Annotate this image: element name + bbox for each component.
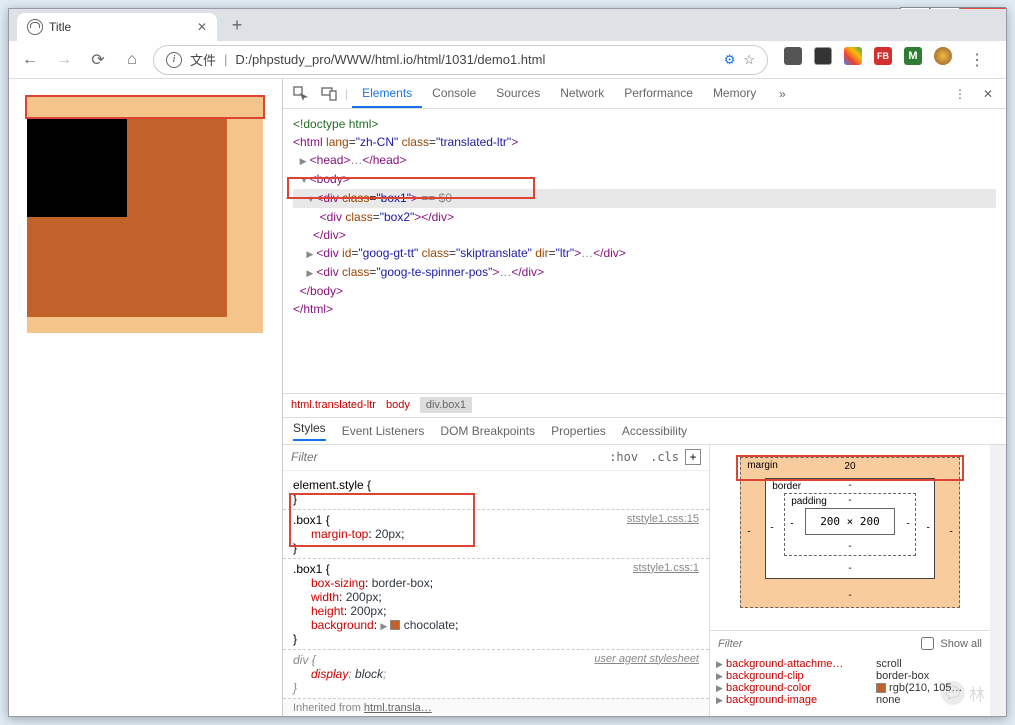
box2[interactable]: [27, 117, 127, 217]
box-outer: [27, 97, 263, 333]
browser-tab[interactable]: Title ✕: [17, 13, 217, 41]
ext-icon-3[interactable]: [844, 47, 862, 65]
computed-filter-row: Show all: [710, 630, 990, 656]
devtools-tab-network[interactable]: Network: [550, 80, 614, 108]
ext-icon-5[interactable]: M: [904, 47, 922, 65]
address-bar[interactable]: i 文件 | D:/phpstudy_pro/WWW/html.io/html/…: [153, 45, 768, 75]
menu-button[interactable]: ⋮: [964, 47, 990, 73]
style-rules-list[interactable]: element.style {}ststyle1.css:15.box1 {ma…: [283, 471, 709, 717]
styles-tabbar: Styles Event Listeners DOM Breakpoints P…: [283, 417, 1006, 445]
devtools-tab-memory[interactable]: Memory: [703, 80, 766, 108]
cls-toggle[interactable]: .cls: [650, 450, 679, 464]
breadcrumb[interactable]: html.translated-ltr body div.box1: [283, 393, 1006, 417]
new-rule-button[interactable]: +: [685, 449, 701, 465]
info-icon: i: [166, 52, 182, 68]
tab-close-icon[interactable]: ✕: [197, 20, 207, 34]
styles-rules-pane: :hov .cls + element.style {}ststyle1.css…: [283, 445, 710, 717]
devtools-menu-icon[interactable]: ⋮: [948, 82, 972, 106]
ext-icon-1[interactable]: [784, 47, 802, 65]
elements-tree[interactable]: <!doctype html> <html lang="zh-CN" class…: [283, 109, 1006, 393]
globe-icon: [27, 19, 43, 35]
bookmark-icon[interactable]: ☆: [743, 52, 755, 68]
reload-button[interactable]: ⟳: [85, 47, 111, 73]
new-tab-button[interactable]: +: [223, 11, 251, 39]
forward-button[interactable]: →: [51, 47, 77, 73]
address-prefix: 文件: [190, 50, 216, 69]
devtools-tab-performance[interactable]: Performance: [614, 80, 703, 108]
styles-filter-input[interactable]: [291, 450, 603, 464]
devtools-tab-elements[interactable]: Elements: [352, 80, 422, 108]
devtools-tabbar: | ElementsConsoleSourcesNetworkPerforman…: [283, 79, 1006, 109]
extension-icons: FB M ⋮: [776, 47, 998, 73]
styles-filter: :hov .cls +: [283, 445, 709, 471]
device-icon[interactable]: [317, 82, 341, 106]
properties-tab[interactable]: Properties: [551, 424, 606, 438]
box1[interactable]: [27, 117, 227, 317]
devtools: | ElementsConsoleSourcesNetworkPerforman…: [282, 79, 1006, 716]
styles-panel: :hov .cls + element.style {}ststyle1.css…: [283, 445, 1006, 717]
tab-strip: Title ✕ +: [9, 9, 1006, 41]
rendered-page: [9, 79, 282, 716]
tab-title: Title: [49, 20, 71, 34]
dom-breakpoints-tab[interactable]: DOM Breakpoints: [440, 424, 535, 438]
computed-pane: margin 20 - - - border - - - -: [710, 445, 990, 717]
box-model[interactable]: margin 20 - - - border - - - -: [710, 445, 990, 631]
scrollbar[interactable]: [990, 445, 1006, 717]
browser-toolbar: ← → ⟳ ⌂ i 文件 | D:/phpstudy_pro/WWW/html.…: [9, 41, 1006, 79]
home-button[interactable]: ⌂: [119, 47, 145, 73]
devtools-tab-sources[interactable]: Sources: [486, 80, 550, 108]
show-all-checkbox[interactable]: [921, 637, 934, 650]
content-area: | ElementsConsoleSourcesNetworkPerforman…: [9, 79, 1006, 716]
styles-tab[interactable]: Styles: [293, 421, 326, 441]
inspect-icon[interactable]: [289, 82, 313, 106]
devtools-close-icon[interactable]: ✕: [976, 82, 1000, 106]
watermark: 💬 林: [941, 681, 985, 705]
ext-icon-4[interactable]: FB: [874, 47, 892, 65]
more-tabs-icon[interactable]: »: [770, 82, 794, 106]
avatar-icon[interactable]: [934, 47, 952, 65]
browser-window: — ▢ ✕ Title ✕ + ← → ⟳ ⌂ i 文件 | D:/phpstu…: [8, 8, 1007, 717]
back-button[interactable]: ←: [17, 47, 43, 73]
listeners-tab[interactable]: Event Listeners: [342, 424, 425, 438]
devtools-tab-console[interactable]: Console: [422, 80, 486, 108]
hov-toggle[interactable]: :hov: [609, 450, 638, 464]
computed-filter-input[interactable]: [718, 638, 915, 650]
accessibility-tab[interactable]: Accessibility: [622, 424, 687, 438]
translate-icon[interactable]: ⚙: [724, 52, 736, 68]
url-text: D:/phpstudy_pro/WWW/html.io/html/1031/de…: [235, 52, 545, 67]
ext-icon-2[interactable]: [814, 47, 832, 65]
